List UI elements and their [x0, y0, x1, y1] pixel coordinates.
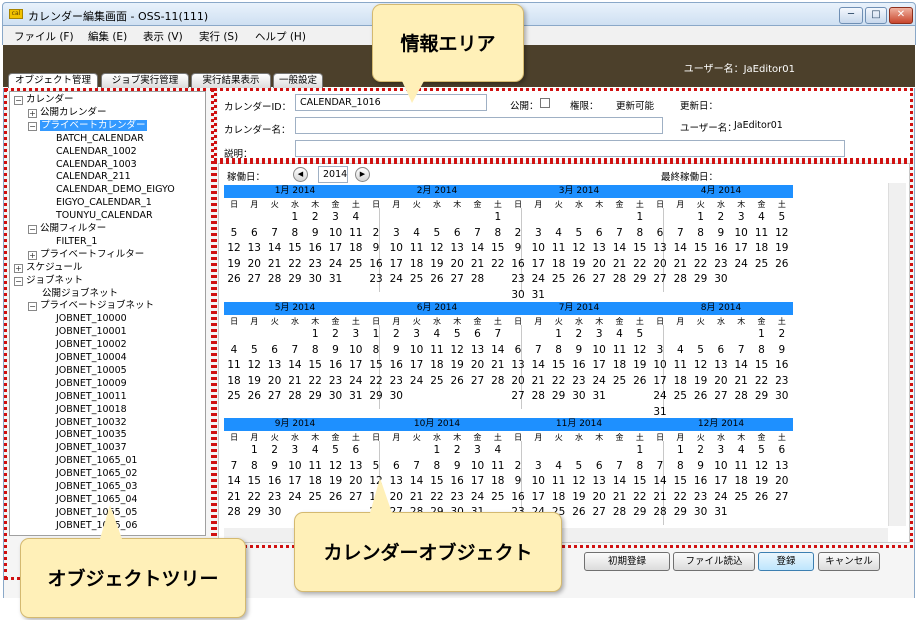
calendar-object-callout-tail	[370, 478, 392, 513]
file-load-button[interactable]: ファイル読込	[673, 552, 755, 571]
minimize-button[interactable]: ─	[839, 7, 863, 24]
header-user: ユーザー名：JaEditor01	[683, 64, 795, 75]
reset-button[interactable]: 初期登録	[584, 552, 670, 571]
tab-job-execution[interactable]: ジョブ実行管理	[101, 73, 189, 88]
register-button[interactable]: 登録	[758, 552, 814, 571]
tab-object-management[interactable]: オブジェクト管理	[8, 73, 98, 89]
tab-execution-results[interactable]: 実行結果表示	[191, 73, 271, 88]
info-area-callout-tail	[402, 81, 424, 103]
info-area-callout: 情報エリア	[372, 4, 524, 82]
close-button[interactable]: ✕	[889, 7, 913, 24]
object-tree-callout: オブジェクトツリー	[20, 538, 246, 618]
object-tree-callout-tail	[100, 505, 122, 539]
calendar-object-callout: カレンダーオブジェクト	[294, 512, 562, 592]
menu-run[interactable]: 実行 (S)	[199, 29, 238, 44]
menu-help[interactable]: ヘルプ (H)	[255, 29, 306, 44]
maximize-button[interactable]: □	[865, 7, 887, 24]
info-area-highlight	[214, 88, 913, 161]
window-title: カレンダー編集画面 - OSS-11(111)	[28, 10, 209, 23]
menu-view[interactable]: 表示 (V)	[143, 29, 183, 44]
calendar-object-highlight	[214, 161, 913, 548]
tab-general-settings[interactable]: 一般設定	[273, 73, 323, 88]
app-icon: cal	[9, 9, 23, 19]
cancel-button[interactable]: キャンセル	[818, 552, 880, 571]
menu-edit[interactable]: 編集 (E)	[88, 29, 127, 44]
menu-file[interactable]: ファイル (F)	[14, 29, 74, 44]
calendar-edit-window: cal カレンダー編集画面 - OSS-11(111) ─ □ ✕ ファイル (…	[0, 0, 919, 620]
